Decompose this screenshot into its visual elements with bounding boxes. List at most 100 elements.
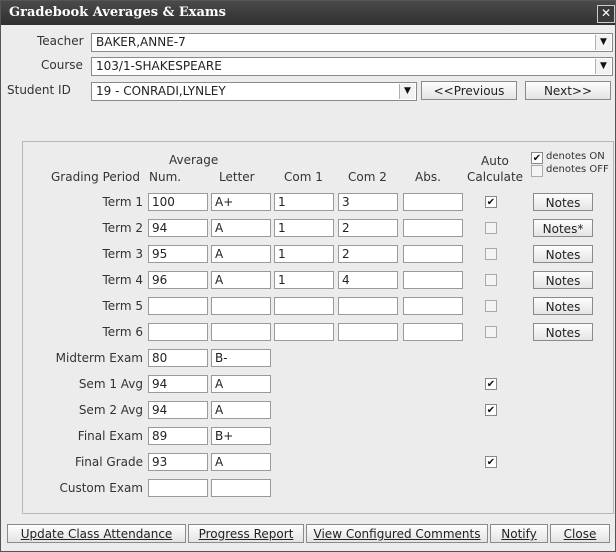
- auto-calculate-checkbox[interactable]: [485, 248, 497, 260]
- student-id-select[interactable]: 19 - CONRADI,LYNLEY ▼: [91, 82, 417, 101]
- term-com2-input[interactable]: 3: [338, 193, 398, 211]
- term-notes-button[interactable]: Notes: [533, 271, 593, 289]
- auto-calculate-checkbox[interactable]: ✔: [485, 378, 497, 390]
- notify-button[interactable]: Notify: [490, 524, 548, 543]
- summary-letter-input[interactable]: B-: [211, 349, 271, 367]
- summary-label: Custom Exam: [59, 481, 143, 495]
- term-com1-input[interactable]: 1: [274, 245, 334, 263]
- term-letter-input[interactable]: [211, 297, 271, 315]
- summary-letter-input[interactable]: A: [211, 401, 271, 419]
- term-notes-button[interactable]: Notes*: [533, 219, 593, 237]
- window-title: Gradebook Averages & Exams: [9, 5, 226, 20]
- summary-letter-input[interactable]: A: [211, 375, 271, 393]
- summary-letter-input[interactable]: [211, 479, 271, 497]
- term-com1-input[interactable]: 1: [274, 193, 334, 211]
- term-label: Term 3: [102, 247, 143, 261]
- course-label: Course: [41, 58, 83, 72]
- term-abs-input[interactable]: [403, 323, 463, 341]
- summary-label: Midterm Exam: [55, 351, 143, 365]
- previous-student-button[interactable]: <<Previous: [421, 81, 517, 100]
- auto-calculate-checkbox[interactable]: [485, 222, 497, 234]
- course-select[interactable]: 103/1-SHAKESPEARE ▼: [91, 57, 613, 76]
- update-attendance-label: Update Class Attendance: [20, 527, 173, 541]
- teacher-value: BAKER,ANNE-7: [96, 35, 186, 49]
- progress-report-label: Progress Report: [198, 527, 294, 541]
- chevron-down-icon[interactable]: ▼: [399, 84, 415, 99]
- term-notes-button[interactable]: Notes: [533, 323, 593, 341]
- summary-label: Sem 2 Avg: [78, 403, 143, 417]
- term-letter-input[interactable]: A+: [211, 193, 271, 211]
- chevron-down-icon[interactable]: ▼: [595, 59, 611, 74]
- abs-header: Abs.: [415, 170, 441, 184]
- term-com1-input[interactable]: [274, 323, 334, 341]
- term-notes-button[interactable]: Notes: [533, 245, 593, 263]
- term-com1-input[interactable]: 1: [274, 219, 334, 237]
- auto-calculate-checkbox[interactable]: ✔: [485, 404, 497, 416]
- com1-header: Com 1: [284, 170, 323, 184]
- term-letter-input[interactable]: A: [211, 219, 271, 237]
- legend-check-off-icon: [531, 165, 543, 177]
- term-num-input[interactable]: [148, 323, 208, 341]
- view-comments-label: View Configured Comments: [313, 527, 481, 541]
- term-label: Term 6: [102, 325, 143, 339]
- term-abs-input[interactable]: [403, 245, 463, 263]
- summary-label: Final Grade: [74, 455, 143, 469]
- term-com2-input[interactable]: 2: [338, 245, 398, 263]
- progress-report-button[interactable]: Progress Report: [188, 524, 304, 543]
- footer-toolbar: Update Class Attendance Progress Report …: [1, 519, 615, 551]
- auto-calculate-checkbox[interactable]: ✔: [485, 196, 497, 208]
- auto-calculate-checkbox[interactable]: ✔: [485, 456, 497, 468]
- summary-num-input[interactable]: 94: [148, 375, 208, 393]
- term-num-input[interactable]: 96: [148, 271, 208, 289]
- term-num-input[interactable]: 94: [148, 219, 208, 237]
- term-com2-input[interactable]: [338, 297, 398, 315]
- term-com1-input[interactable]: 1: [274, 271, 334, 289]
- term-abs-input[interactable]: [403, 219, 463, 237]
- legend-check-on-icon: ✔: [531, 152, 543, 164]
- grading-period-header: Grading Period: [51, 170, 140, 184]
- term-letter-input[interactable]: A: [211, 245, 271, 263]
- notify-label: Notify: [501, 527, 537, 541]
- legend-on-text: denotes ON: [546, 151, 605, 162]
- term-label: Term 2: [102, 221, 143, 235]
- summary-num-input[interactable]: 80: [148, 349, 208, 367]
- auto-calculate-checkbox[interactable]: [485, 274, 497, 286]
- teacher-select[interactable]: BAKER,ANNE-7 ▼: [91, 33, 613, 52]
- gradebook-window: Gradebook Averages & Exams ✕ Teacher BAK…: [0, 0, 616, 552]
- course-value: 103/1-SHAKESPEARE: [96, 59, 222, 73]
- summary-num-input[interactable]: 89: [148, 427, 208, 445]
- term-letter-input[interactable]: [211, 323, 271, 341]
- update-attendance-button[interactable]: Update Class Attendance: [7, 524, 186, 543]
- summary-letter-input[interactable]: A: [211, 453, 271, 471]
- summary-num-input[interactable]: [148, 479, 208, 497]
- term-num-input[interactable]: [148, 297, 208, 315]
- auto-calculate-checkbox[interactable]: [485, 300, 497, 312]
- term-abs-input[interactable]: [403, 271, 463, 289]
- term-num-input[interactable]: 100: [148, 193, 208, 211]
- close-window-icon[interactable]: ✕: [597, 5, 615, 23]
- calculate-header: Calculate: [467, 170, 524, 184]
- com2-header: Com 2: [348, 170, 387, 184]
- close-button[interactable]: Close: [550, 524, 610, 543]
- term-notes-button[interactable]: Notes: [533, 297, 593, 315]
- term-num-input[interactable]: 95: [148, 245, 208, 263]
- summary-letter-input[interactable]: B+: [211, 427, 271, 445]
- term-com1-input[interactable]: [274, 297, 334, 315]
- summary-num-input[interactable]: 93: [148, 453, 208, 471]
- term-com2-input[interactable]: 4: [338, 271, 398, 289]
- term-abs-input[interactable]: [403, 193, 463, 211]
- term-com2-input[interactable]: [338, 323, 398, 341]
- auto-calculate-checkbox[interactable]: [485, 326, 497, 338]
- letter-header: Letter: [219, 170, 255, 184]
- summary-num-input[interactable]: 94: [148, 401, 208, 419]
- legend-off-text: denotes OFF: [546, 164, 609, 175]
- term-letter-input[interactable]: A: [211, 271, 271, 289]
- grades-panel: Average Grading Period Num. Letter Com 1…: [22, 141, 614, 514]
- summary-label: Final Exam: [77, 429, 143, 443]
- next-student-button[interactable]: Next>>: [525, 81, 611, 100]
- term-com2-input[interactable]: 2: [338, 219, 398, 237]
- chevron-down-icon[interactable]: ▼: [595, 35, 611, 50]
- view-comments-button[interactable]: View Configured Comments: [306, 524, 488, 543]
- term-abs-input[interactable]: [403, 297, 463, 315]
- term-notes-button[interactable]: Notes: [533, 193, 593, 211]
